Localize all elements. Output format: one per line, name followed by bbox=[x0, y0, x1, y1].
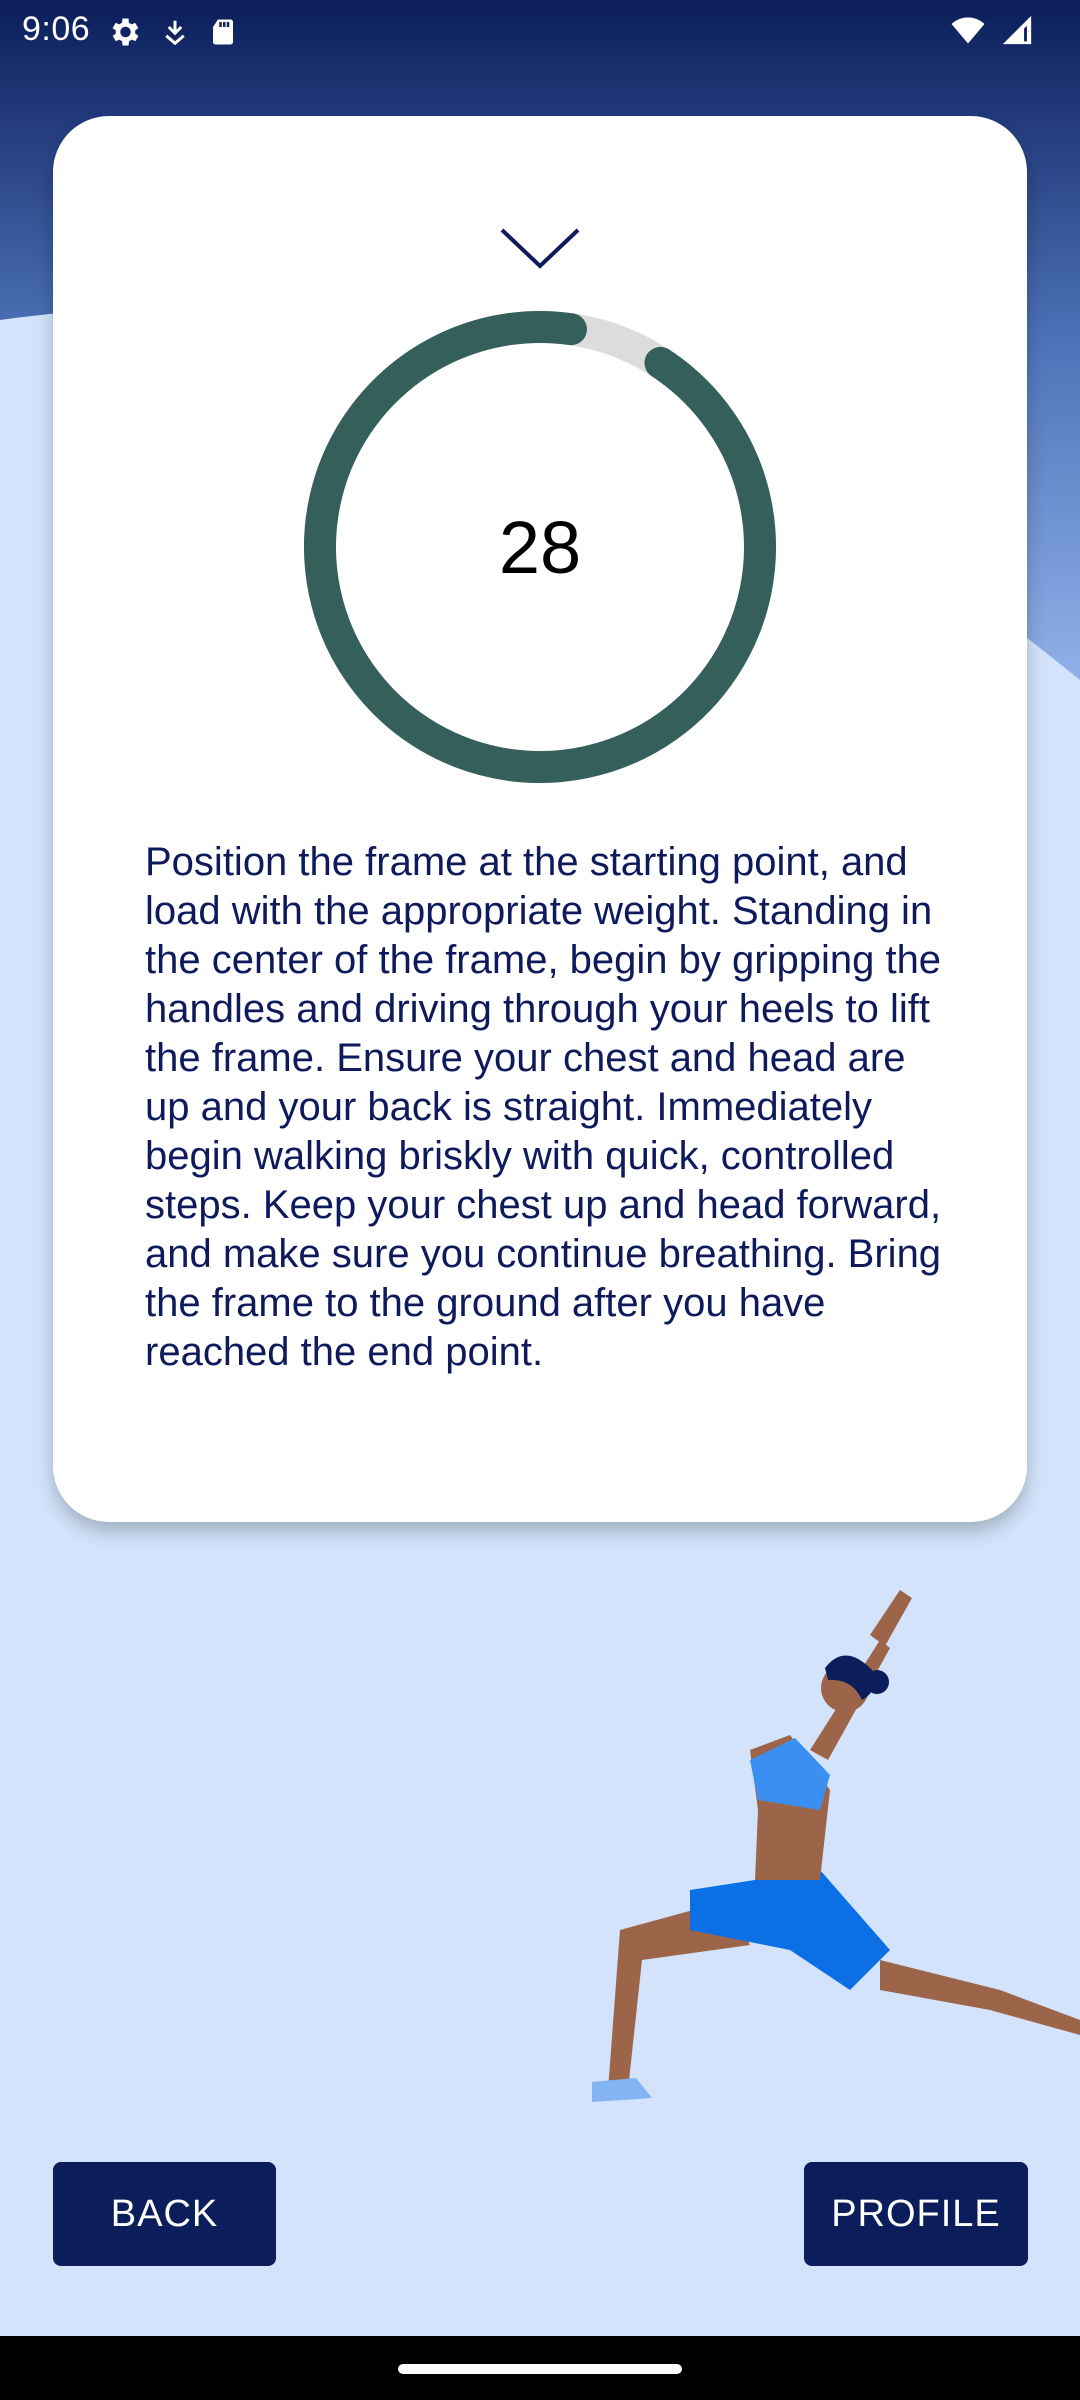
chevron-down-icon[interactable] bbox=[498, 224, 582, 274]
signal-icon bbox=[1000, 12, 1034, 53]
sd-card-icon bbox=[208, 14, 238, 55]
back-button[interactable]: BACK bbox=[53, 2162, 276, 2266]
status-bar: 9:06 bbox=[0, 0, 1080, 66]
settings-icon bbox=[106, 14, 142, 55]
status-time: 9:06 bbox=[22, 10, 91, 48]
timer-value: 28 bbox=[498, 506, 582, 589]
profile-button[interactable]: PROFILE bbox=[804, 2162, 1028, 2266]
exercise-instructions: Position the frame at the starting point… bbox=[145, 840, 942, 1374]
exercise-illustration bbox=[592, 1590, 1080, 2102]
home-gesture-handle[interactable] bbox=[398, 2364, 682, 2374]
download-icon bbox=[160, 14, 190, 55]
wifi-icon bbox=[948, 12, 988, 53]
